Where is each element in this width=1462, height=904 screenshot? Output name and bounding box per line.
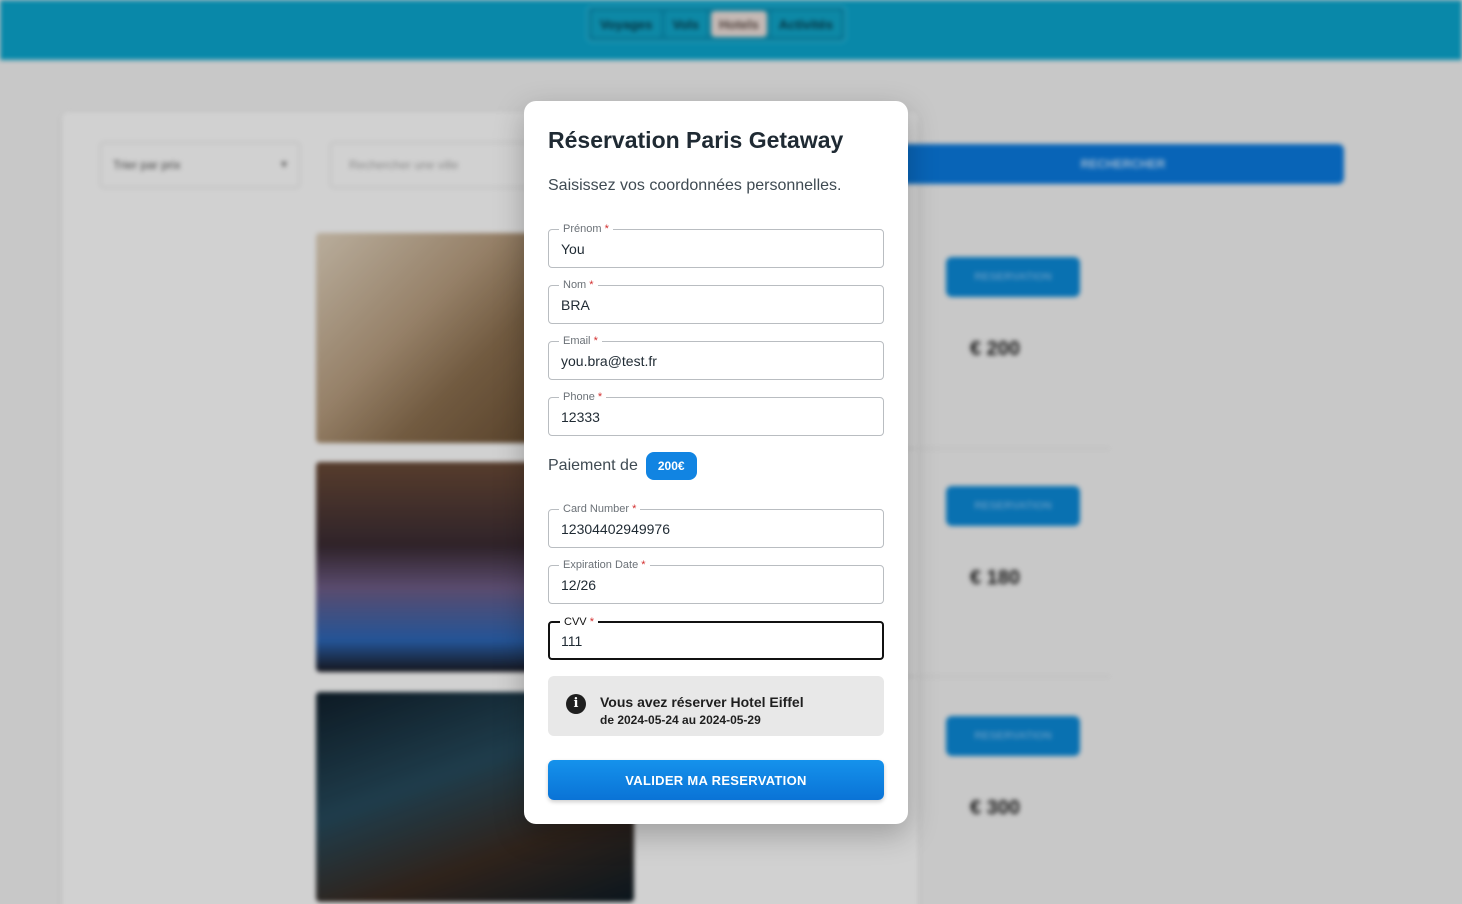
info-icon: i	[566, 694, 586, 714]
phone-field: Phone *	[548, 390, 884, 436]
submit-reservation-button[interactable]: VALIDER MA RESERVATION	[548, 760, 884, 800]
email-input[interactable]	[561, 342, 871, 379]
modal-subtitle: Saisissez vos coordonnées personnelles.	[548, 177, 842, 194]
payment-label: Paiement de	[548, 457, 638, 474]
reservation-modal: Réservation Paris Getaway Saisissez vos …	[524, 101, 908, 824]
firstname-input[interactable]	[561, 230, 871, 267]
phone-input[interactable]	[561, 398, 871, 435]
lastname-field: Nom *	[548, 278, 884, 324]
firstname-field: Prénom *	[548, 222, 884, 268]
cvv-field: CVV *	[548, 615, 884, 660]
payment-amount-badge: 200€	[645, 452, 697, 480]
expiration-date-input[interactable]	[561, 566, 871, 603]
lastname-input[interactable]	[561, 286, 871, 323]
reservation-info-alert: i Vous avez réserver Hotel Eiffel de 202…	[548, 676, 884, 736]
card-number-input[interactable]	[561, 510, 871, 547]
modal-title: Réservation Paris Getaway	[548, 127, 844, 153]
cvv-input[interactable]	[561, 622, 871, 659]
card-number-field: Card Number *	[548, 502, 884, 548]
info-dates: de 2024-05-24 au 2024-05-29	[600, 713, 761, 727]
email-field: Email *	[548, 334, 884, 380]
expiration-date-field: Expiration Date *	[548, 558, 884, 604]
payment-row: Paiement de 200€	[548, 452, 697, 480]
info-title: Vous avez réserver Hotel Eiffel	[600, 694, 804, 710]
